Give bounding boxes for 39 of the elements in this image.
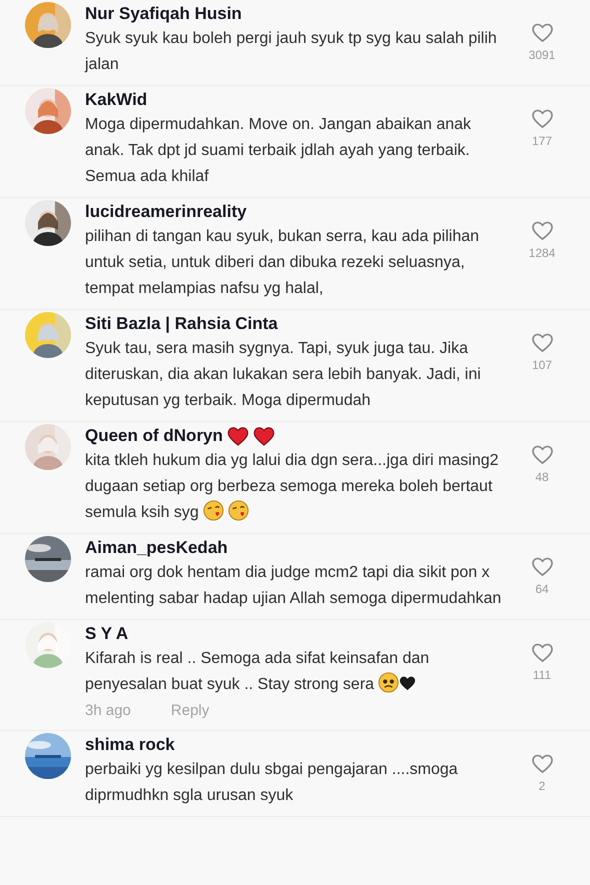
like-count: 64 (535, 581, 549, 598)
comment-text: Syuk syuk kau boleh pergi jauh syuk tp syg kau salah pilih jalan (85, 29, 498, 75)
heart-icon (399, 675, 416, 691)
like-count: 1284 (528, 245, 556, 262)
like-heart-icon[interactable] (530, 220, 554, 241)
comment-text: Kifarah is real .. Semoga ada sifat keinsafan dan penyesalan buat syuk .. Stay strong sera (85, 649, 430, 695)
like-heart-icon[interactable] (530, 332, 554, 353)
like-heart-icon[interactable] (530, 108, 554, 129)
comment-text: pilihan di tangan kau syuk, bukan serra, kau ada pilihan untuk setia, untuk diberi dan dibuka rezeki seluasnya, tempat melampias nafsu yg halal, (85, 227, 480, 299)
heart-icon (226, 426, 249, 446)
kiss-emoji-icon (202, 500, 224, 521)
comment-text: ramai org dok hentam dia judge mcm2 tapi dia sikit pon x melenting sabar hadap ujian Allah semoga dipermudahkan (85, 563, 502, 609)
username[interactable]: Queen of dNoryn (85, 424, 223, 448)
like-count: 111 (532, 667, 552, 684)
like-count: 3091 (528, 47, 556, 64)
kiss-emoji-icon (228, 500, 249, 521)
username[interactable]: S Y A (85, 622, 128, 646)
like-heart-icon[interactable] (530, 22, 554, 43)
comment-text: Syuk tau, sera masih sygnya. Tapi, syuk juga tau. Jika diteruskan, dia akan lukakan sera lebih banyak. Jadi, ini keputusan yg terbaik. Moga dipermudah (85, 339, 482, 411)
like-count: 107 (532, 357, 552, 374)
like-heart-icon[interactable] (530, 556, 554, 577)
heart-icon (252, 426, 275, 446)
username[interactable]: KakWid (85, 88, 148, 112)
sad-emoji-icon (378, 672, 400, 693)
like-heart-icon[interactable] (530, 642, 554, 663)
comment-text: kita tkleh hukum dia yg lalui dia dgn sera...jga diri masing2 dugaan setiap org berbeza semoga mereka boleh bertaut semula ksih syg (85, 451, 500, 523)
like-count: 48 (535, 469, 549, 486)
username[interactable]: Nur Syafiqah Husin (85, 2, 242, 26)
like-count: 2 (538, 778, 546, 794)
like-count: 177 (532, 133, 552, 150)
username[interactable]: lucidreamerinreality (85, 200, 247, 224)
username[interactable]: Aiman_pesKedah (85, 536, 228, 560)
like-heart-icon[interactable] (530, 444, 554, 465)
comment-time: 3h ago (85, 701, 131, 721)
comment-text: Moga dipermudahkan. Move on. Jangan abaikan anak anak. Tak dpt jd suami terbaik jdlah ayah yang terbaik. Semua ada khilaf (85, 115, 472, 187)
comment-text: perbaiki yg kesilpan dulu sbgai pengajaran ....smoga diprmudhkn sgla urusan syuk (85, 760, 459, 806)
like-heart-icon[interactable] (530, 752, 554, 774)
username[interactable]: Siti Bazla | Rahsia Cinta (85, 312, 278, 336)
username[interactable]: shima rock (85, 732, 175, 756)
